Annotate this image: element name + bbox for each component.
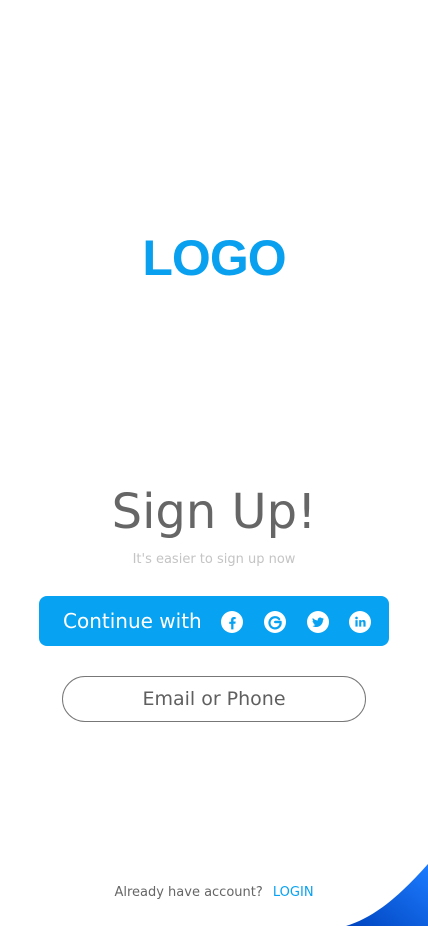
email-or-phone-button[interactable]: Email or Phone xyxy=(62,676,366,722)
already-have-account-text: Already have account? xyxy=(114,885,263,900)
social-login-bar: Continue with xyxy=(39,596,389,646)
google-login-button[interactable] xyxy=(264,611,286,633)
linkedin-login-button[interactable] xyxy=(349,611,371,633)
corner-decoration xyxy=(346,864,428,926)
logo-text: LOGO xyxy=(142,230,286,286)
twitter-icon xyxy=(312,617,324,628)
facebook-icon xyxy=(229,617,236,630)
social-login-label: Continue with xyxy=(63,609,202,633)
facebook-login-button[interactable] xyxy=(221,611,243,633)
page-title: Sign Up! xyxy=(111,484,317,540)
linkedin-icon xyxy=(355,616,366,627)
page-subtitle: It's easier to sign up now xyxy=(132,552,296,567)
google-icon xyxy=(268,616,282,630)
twitter-login-button[interactable] xyxy=(307,611,329,633)
login-link[interactable]: LOGIN xyxy=(273,885,314,900)
